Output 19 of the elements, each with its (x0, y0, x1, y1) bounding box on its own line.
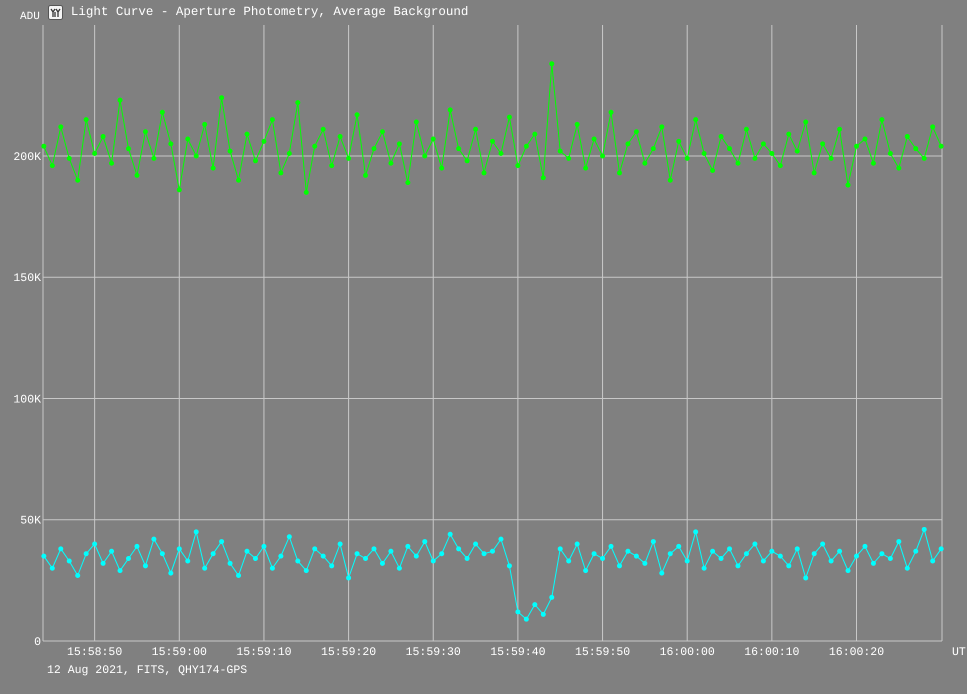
x-tick-label: 15:59:00 (152, 646, 207, 659)
x-tick-label: 15:59:50 (574, 646, 630, 659)
x-tick-label: 15:59:40 (490, 646, 546, 659)
x-tick-label: 16:00:10 (744, 646, 800, 659)
y-tick-label: 50K (20, 514, 41, 528)
x-tick-label: 15:59:30 (406, 646, 461, 659)
axis-label: UT (952, 646, 966, 659)
axis-label: ADU (20, 11, 40, 23)
y-tick-label: 150K (13, 272, 41, 286)
x-tick-label: 16:00:20 (828, 646, 884, 659)
footer-text: 12 Aug 2021, FITS, QHY174-GPS (47, 664, 248, 677)
y-tick-label: 100K (13, 393, 41, 406)
x-tick-label: 16:00:00 (660, 646, 715, 659)
x-tick-label: 15:59:10 (236, 646, 292, 659)
x-tick-label: 15:58:50 (67, 646, 122, 659)
window-title: Light Curve - Aperture Photometry, Average Background (70, 5, 468, 19)
y-tick-label: 200K (13, 150, 41, 164)
x-tick-label: 15:59:20 (320, 646, 376, 659)
y-tick-label: 0 (34, 636, 41, 649)
